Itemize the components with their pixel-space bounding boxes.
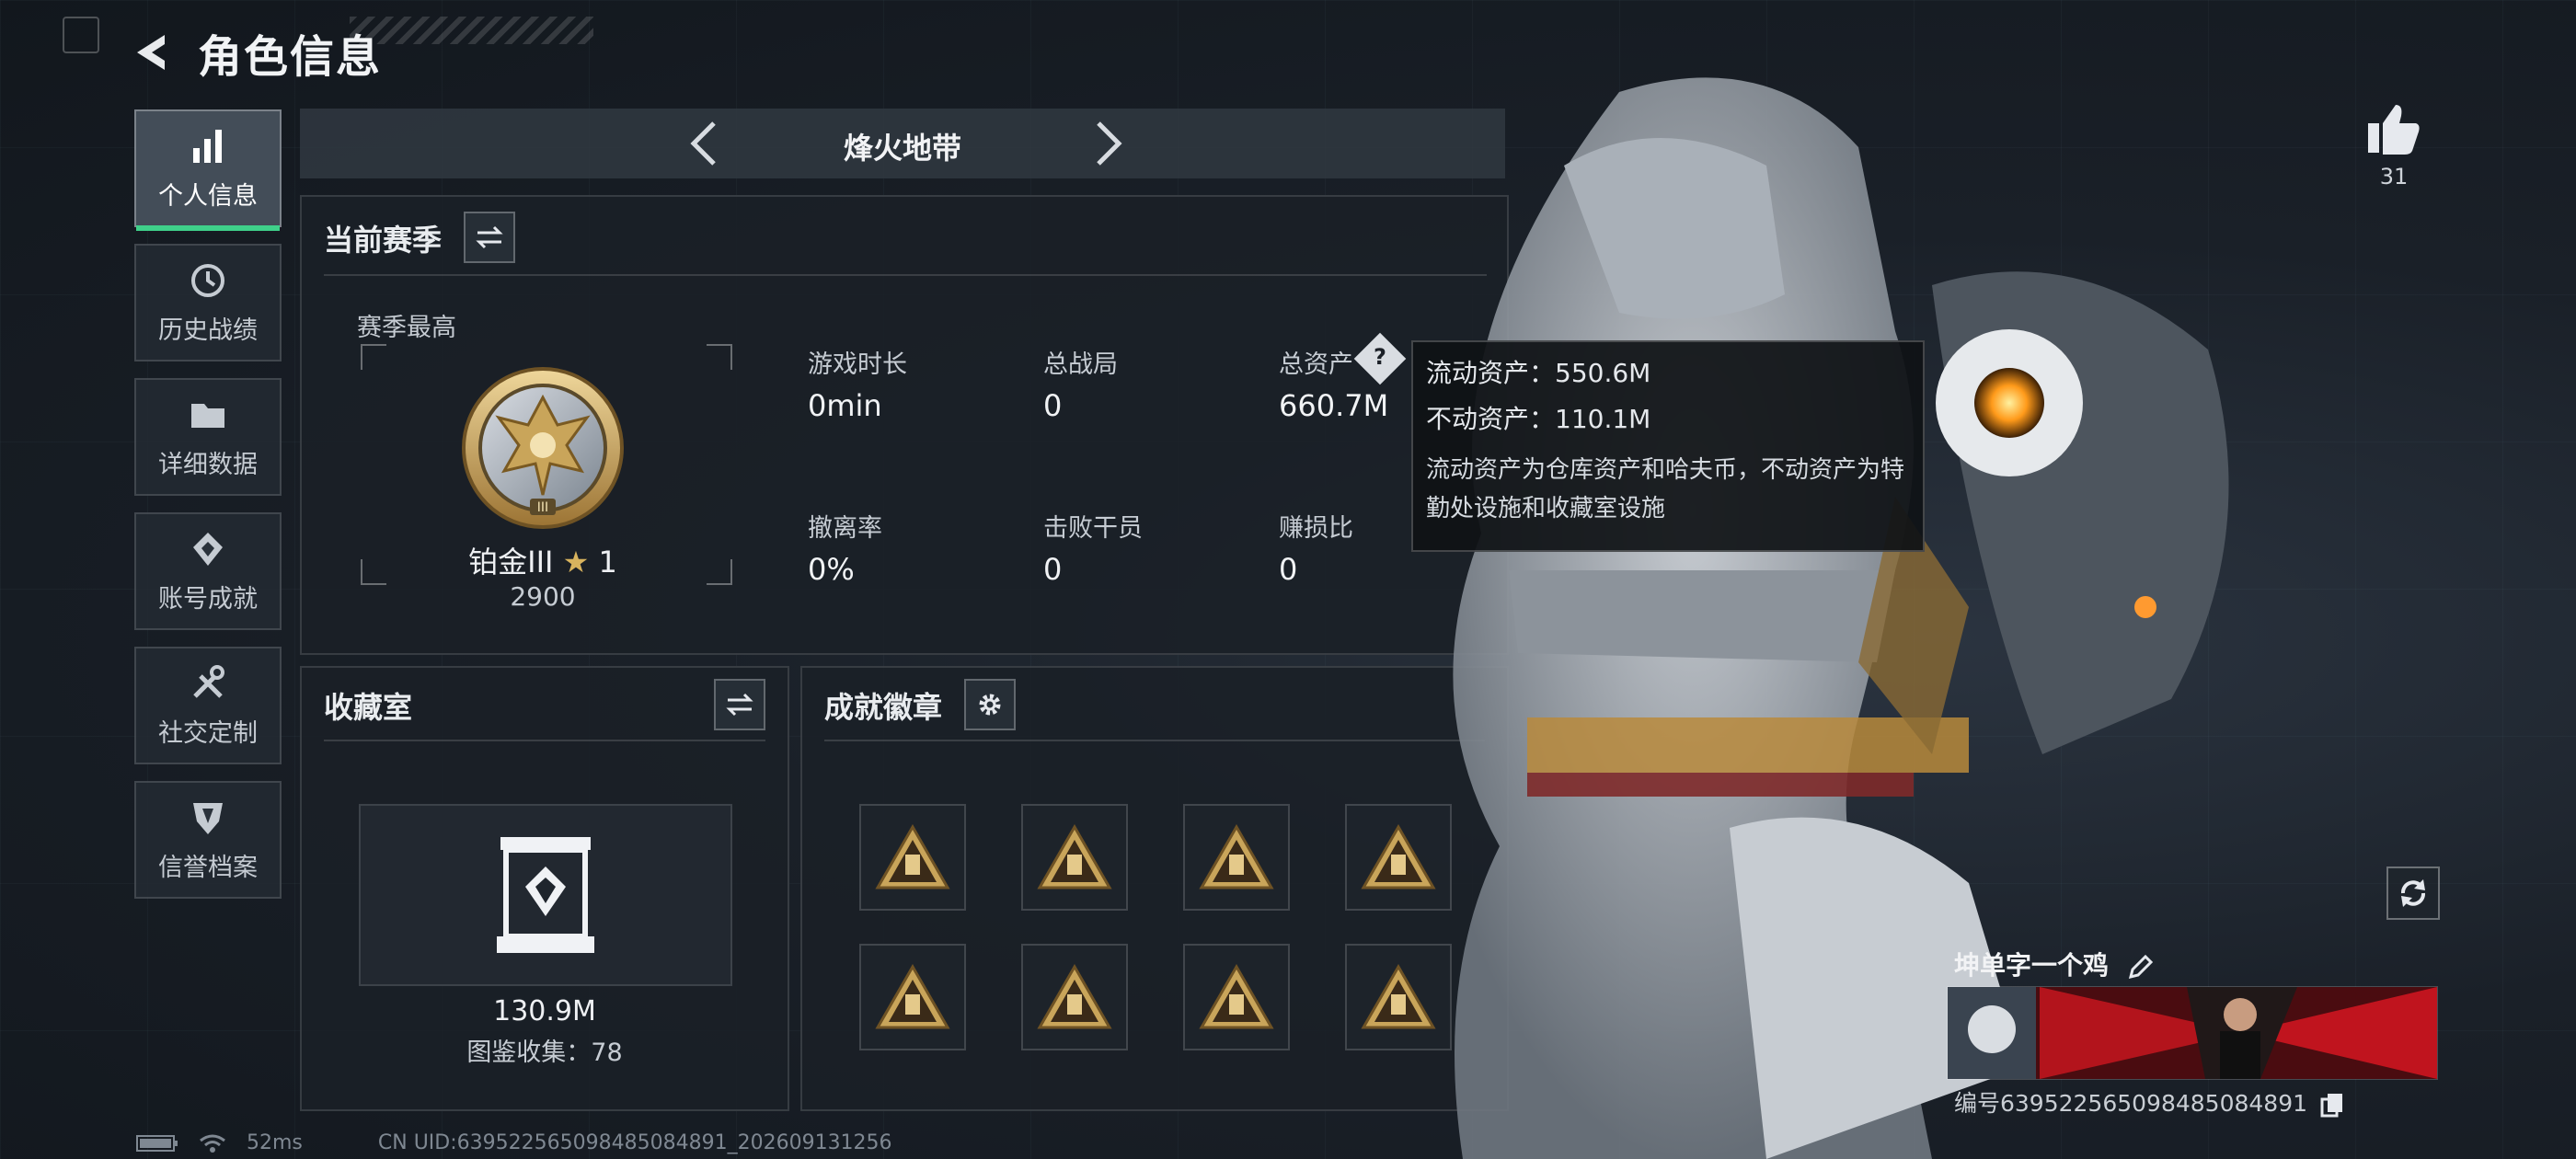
asset-tooltip: 流动资产：550.6M 不动资产：110.1M 流动资产为仓库资产和哈夫币，不动… xyxy=(1411,340,1925,552)
like-button[interactable]: 31 xyxy=(2361,103,2427,189)
achievement-badge[interactable] xyxy=(859,804,966,911)
player-name: 坤单字一个鸡 xyxy=(1954,950,2110,981)
sidebar-item-social-custom[interactable]: 社交定制 xyxy=(134,647,282,764)
sidebar-item-label: 账号成就 xyxy=(158,584,258,614)
badge-icon xyxy=(1199,823,1274,889)
divider xyxy=(324,274,1487,276)
thumbs-up-icon xyxy=(2368,105,2420,155)
collection-value: 130.9M xyxy=(493,995,596,1027)
badge-icon xyxy=(1199,963,1274,1029)
stat-label: 赚损比 xyxy=(1279,514,1353,543)
status-bar: 52ms CN UID:639522565098485084891_202609… xyxy=(136,1131,892,1154)
display-case-icon xyxy=(497,837,594,953)
season-panel: 当前赛季 赛季最高 III 铂金III ★ 1 2900 游戏时长 0min 总… xyxy=(300,195,1509,655)
name-card-banner[interactable] xyxy=(1947,986,2438,1080)
achievement-badge[interactable] xyxy=(1183,804,1290,911)
stat-label: 总资产 xyxy=(1279,350,1353,379)
catalog-count: 图鉴收集：78 xyxy=(466,1039,623,1067)
sidebar-item-label: 信誉档案 xyxy=(158,853,258,882)
stat-value: 0 xyxy=(1279,552,1298,587)
achievement-badge[interactable] xyxy=(859,944,966,1050)
player-uid-row: 编号639522565098485084891 xyxy=(1954,1085,2344,1119)
frame-corner xyxy=(361,344,386,370)
battery-icon xyxy=(136,1134,178,1152)
badges-title: 成就徽章 xyxy=(824,690,943,725)
collection-panel: 收藏室 130.9M 图鉴收集：78 xyxy=(300,666,789,1111)
season-title: 当前赛季 xyxy=(324,223,443,258)
gear-icon xyxy=(979,694,1001,716)
collection-title: 收藏室 xyxy=(324,690,413,725)
sidebar-item-label: 历史战绩 xyxy=(158,316,258,345)
season-best-label: 赛季最高 xyxy=(357,314,456,342)
achievement-badge[interactable] xyxy=(1021,804,1128,911)
badge-icon xyxy=(875,823,950,889)
stat-label: 撤离率 xyxy=(808,514,882,543)
stat-value: 0 xyxy=(1043,552,1063,587)
cn-uid: CN UID:639522565098485084891_20260913125… xyxy=(377,1131,892,1154)
badge-icon xyxy=(1037,963,1112,1029)
stat-value: 660.7M xyxy=(1279,388,1389,423)
player-name-row: 坤单字一个鸡 xyxy=(1954,946,2155,982)
badge-icon xyxy=(875,963,950,1029)
refresh-button[interactable] xyxy=(2386,866,2440,920)
rank-name-row: 铂金III ★ 1 xyxy=(357,539,729,581)
bar-chart-icon xyxy=(193,129,222,163)
ping-value: 52ms xyxy=(247,1131,303,1154)
sidebar-item-credit-record[interactable]: 信誉档案 xyxy=(134,781,282,899)
sidebar-item-label: 详细数据 xyxy=(158,450,258,479)
mode-selector: 烽火地带 xyxy=(300,109,1505,178)
tools-icon xyxy=(193,664,224,698)
name-card-artwork xyxy=(1948,987,2437,1079)
wifi-icon xyxy=(200,1134,225,1153)
badges-settings-button[interactable] xyxy=(964,679,1016,730)
header-decoration xyxy=(350,17,593,44)
header: 角色信息 xyxy=(133,20,382,85)
mode-title: 烽火地带 xyxy=(843,131,961,166)
stat-value: 0% xyxy=(808,552,855,587)
like-count: 31 xyxy=(2379,164,2409,189)
rank-emblem-icon: III xyxy=(462,367,624,529)
sidebar-item-detailed-data[interactable]: 详细数据 xyxy=(134,378,282,496)
svg-text:III: III xyxy=(537,500,548,515)
stat-label: 游戏时长 xyxy=(808,350,907,379)
fixed-assets: 不动资产：110.1M xyxy=(1426,404,1651,434)
back-arrow-icon[interactable] xyxy=(133,31,176,74)
achievement-icon xyxy=(193,532,223,566)
stat-label: 击败干员 xyxy=(1043,514,1143,543)
swap-icon xyxy=(726,693,753,717)
swap-icon xyxy=(476,225,503,249)
star-icon: ★ xyxy=(562,545,590,580)
rank-stars: 1 xyxy=(598,545,617,580)
folder-icon xyxy=(191,403,224,428)
rank-score: 2900 xyxy=(510,581,576,612)
collection-switch-button[interactable] xyxy=(714,679,765,730)
rank-name: 铂金III xyxy=(468,545,554,580)
collection-room-preview[interactable] xyxy=(359,804,732,986)
asset-description: 流动资产为仓库资产和哈夫币，不动资产为特勤处设施和收藏室设施 xyxy=(1426,456,1905,522)
player-uid: 编号639522565098485084891 xyxy=(1954,1090,2308,1117)
stat-value: 0min xyxy=(808,388,882,423)
stat-value: 0 xyxy=(1043,388,1063,423)
season-switch-button[interactable] xyxy=(464,212,515,263)
achievement-badge[interactable] xyxy=(1183,944,1290,1050)
sidebar-item-personal-info[interactable]: 个人信息 xyxy=(134,109,282,231)
divider xyxy=(324,740,765,741)
sidebar: 个人信息 历史战绩 详细数据 账号成就 社交定制 信誉档案 xyxy=(134,109,282,915)
sidebar-item-label: 社交定制 xyxy=(158,718,258,748)
corner-mark xyxy=(63,17,99,53)
liquid-assets: 流动资产：550.6M xyxy=(1426,358,1651,388)
edit-name-icon[interactable] xyxy=(2127,953,2155,981)
refresh-icon xyxy=(2401,879,2425,907)
stat-label: 总战局 xyxy=(1043,350,1118,379)
next-mode-arrow-icon[interactable] xyxy=(1078,116,1133,171)
sidebar-item-account-achievements[interactable]: 账号成就 xyxy=(134,512,282,630)
badge-icon xyxy=(1037,823,1112,889)
frame-corner xyxy=(707,344,732,370)
copy-icon[interactable] xyxy=(2320,1092,2344,1118)
sidebar-item-label: 个人信息 xyxy=(158,181,258,211)
shield-icon xyxy=(193,802,223,834)
achievement-badge[interactable] xyxy=(1021,944,1128,1050)
history-icon xyxy=(191,263,224,297)
sidebar-item-history[interactable]: 历史战绩 xyxy=(134,244,282,361)
